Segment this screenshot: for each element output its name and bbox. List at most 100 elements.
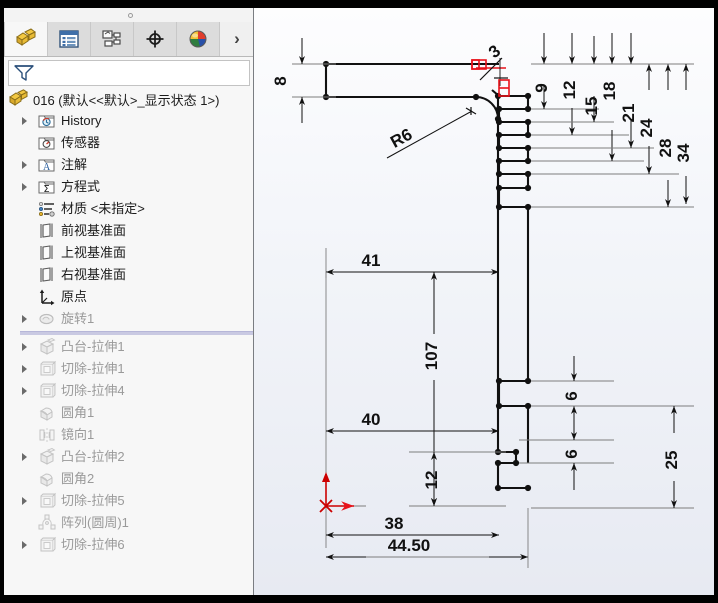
- tree-item-14[interactable]: 镜向1: [4, 424, 253, 446]
- tree-item-3[interactable]: Σ 方程式: [4, 176, 253, 198]
- tree-item-11[interactable]: 切除-拉伸1: [4, 358, 253, 380]
- expand-chevron-icon[interactable]: [22, 117, 27, 125]
- dim-24-text: 24: [637, 118, 656, 137]
- filter-funnel-icon: [14, 65, 34, 81]
- tree-item-label: 上视基准面: [61, 245, 127, 260]
- expand-chevron-icon[interactable]: [22, 183, 27, 191]
- cut-extrude-icon: [38, 536, 57, 554]
- origin-icon: [38, 288, 56, 306]
- dim-25-text: 25: [662, 451, 681, 470]
- expand-chevron-icon[interactable]: [22, 541, 27, 549]
- dimxpert-manager-tab[interactable]: [134, 22, 177, 56]
- expand-chevron-icon[interactable]: [22, 315, 27, 323]
- plane-icon: [38, 244, 56, 262]
- tree-item-label: 凸台-拉伸1: [61, 339, 125, 354]
- feature-tree: History 传感器 A 注解 Σ 方程式材质 <未指定> 前视基准面上视基准面右视基准面…: [4, 110, 253, 590]
- tree-item-4[interactable]: 材质 <未指定>: [4, 198, 253, 220]
- svg-text:A: A: [43, 162, 51, 173]
- dim-3-red[interactable]: 3: [471, 41, 510, 97]
- crosshair-target-icon: [146, 30, 164, 48]
- plane-icon: [38, 222, 56, 240]
- tree-item-12[interactable]: 切除-拉伸4: [4, 380, 253, 402]
- dim-9-text: 9: [532, 83, 551, 92]
- feature-manager-panel: › 016 (默认<<默认>_显示状态 1>) History 传感器 A 注解 Σ 方程…: [4, 8, 254, 595]
- tree-item-label: 材质 <未指定>: [61, 201, 145, 216]
- tree-item-label: 原点: [61, 289, 88, 304]
- dim-41-text: 41: [362, 251, 381, 270]
- plane-icon: [38, 266, 56, 284]
- tree-item-19[interactable]: 切除-拉伸6: [4, 534, 253, 556]
- tree-item-8[interactable]: 原点: [4, 286, 253, 308]
- tree-item-label: 圆角1: [61, 405, 95, 420]
- tree-item-17[interactable]: 切除-拉伸5: [4, 490, 253, 512]
- fillet-icon: [38, 404, 56, 422]
- panel-top-handle[interactable]: [4, 8, 253, 23]
- dim-8-text: 8: [271, 76, 290, 85]
- tree-item-13[interactable]: 圆角1: [4, 402, 253, 424]
- tree-item-16[interactable]: 圆角2: [4, 468, 253, 490]
- dim-6-lower[interactable]: 6: [519, 416, 614, 490]
- tree-item-label: 右视基准面: [61, 267, 127, 282]
- expand-chevron-icon[interactable]: [22, 497, 27, 505]
- tree-item-18[interactable]: 阵列(圆周)1: [4, 512, 253, 534]
- panel-handle-dot: [128, 13, 133, 18]
- tree-item-label: 镜向1: [61, 427, 95, 442]
- cut-extrude-icon: [38, 360, 57, 378]
- dim-6-upper[interactable]: 6: [531, 356, 614, 432]
- tree-item-label: 圆角2: [61, 471, 95, 486]
- tree-item-label: 切除-拉伸4: [61, 383, 125, 398]
- tree-item-1[interactable]: 传感器: [4, 132, 253, 154]
- revolve-icon: [38, 310, 56, 328]
- tree-item-0[interactable]: History: [4, 110, 253, 132]
- dim-38[interactable]: 38: [326, 514, 499, 538]
- dim-12-bottom[interactable]: 12: [409, 451, 506, 507]
- dim-12-bottom-text: 12: [422, 471, 441, 490]
- dim-44-50[interactable]: 44.50: [326, 508, 529, 568]
- feature-manager-design-tree-tab[interactable]: [4, 22, 48, 56]
- feature-tree-filter-input[interactable]: [35, 65, 249, 81]
- annotations-folder-icon: A: [38, 156, 56, 174]
- boss-extrude-icon: [38, 448, 56, 466]
- expand-chevron-icon[interactable]: [22, 343, 27, 351]
- boss-extrude-icon: [38, 338, 56, 356]
- expand-chevron-icon[interactable]: [22, 387, 27, 395]
- tree-item-10[interactable]: 凸台-拉伸1: [4, 336, 253, 358]
- tree-item-label: 凸台-拉伸2: [61, 449, 125, 464]
- sketch-geometry: [324, 62, 530, 490]
- display-manager-tab[interactable]: [177, 22, 220, 56]
- tree-item-label: 阵列(圆周)1: [61, 515, 129, 530]
- dim-18-text: 18: [600, 82, 619, 101]
- dim-25[interactable]: 25: [531, 405, 694, 509]
- tree-item-7[interactable]: 右视基准面: [4, 264, 253, 286]
- model-title-row[interactable]: 016 (默认<<默认>_显示状态 1>): [8, 88, 252, 110]
- tree-item-9[interactable]: 旋转1: [4, 308, 253, 330]
- expand-chevron-icon[interactable]: [22, 161, 27, 169]
- tree-item-15[interactable]: 凸台-拉伸2: [4, 446, 253, 468]
- material-icon: [38, 200, 56, 218]
- property-manager-tab[interactable]: [48, 22, 91, 56]
- expand-chevron-icon[interactable]: [22, 453, 27, 461]
- tree-item-label: 方程式: [61, 179, 101, 194]
- dim-15-text: 15: [582, 97, 601, 116]
- tree-item-label: 切除-拉伸6: [61, 537, 125, 552]
- tree-item-6[interactable]: 上视基准面: [4, 242, 253, 264]
- manager-tab-strip: ›: [4, 22, 253, 57]
- dim-41[interactable]: 41: [325, 248, 499, 278]
- rollback-bar[interactable]: [20, 331, 253, 335]
- expand-chevron-icon[interactable]: [22, 365, 27, 373]
- dim-r6[interactable]: R6: [386, 107, 477, 159]
- sketch-origin-marker[interactable]: [319, 472, 366, 513]
- feature-tree-filter[interactable]: [8, 60, 250, 86]
- graphics-area[interactable]: 8 R6 3 9 12 15 18 21 24 28 34 41 107 40 …: [254, 8, 714, 595]
- configuration-manager-tab[interactable]: [91, 22, 134, 56]
- dim-6-lower-text: 6: [562, 449, 581, 458]
- cad-sketch-canvas[interactable]: 8 R6 3 9 12 15 18 21 24 28 34 41 107 40 …: [254, 8, 714, 595]
- tree-item-5[interactable]: 前视基准面: [4, 220, 253, 242]
- model-title-text: 016 (默认<<默认>_显示状态 1>): [33, 92, 220, 108]
- tree-item-2[interactable]: A 注解: [4, 154, 253, 176]
- equations-folder-icon: Σ: [38, 178, 56, 196]
- sketch-arc-r6: [475, 95, 500, 120]
- more-tabs-button[interactable]: ›: [220, 22, 253, 56]
- color-sphere-icon: [189, 30, 207, 48]
- dim-44-50-text: 44.50: [388, 536, 431, 555]
